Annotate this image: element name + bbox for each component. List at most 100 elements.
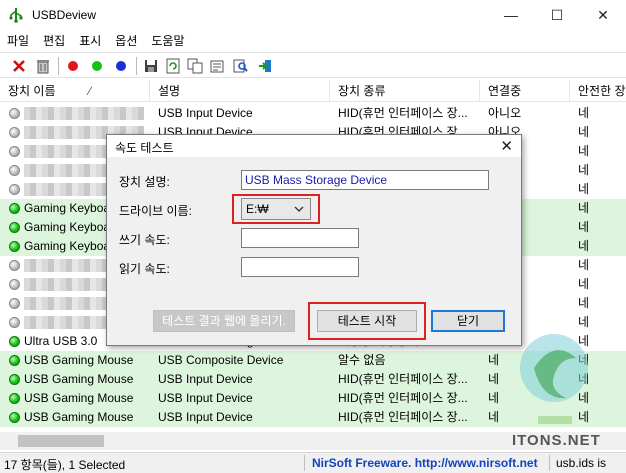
description-cell: USB Input Device: [158, 372, 253, 386]
status-bar: 17 항목(들), 1 Selected NirSoft Freeware. h…: [0, 452, 626, 473]
column-header-device-type[interactable]: 장치 종류: [330, 80, 480, 102]
disconnected-status-icon: [9, 317, 20, 328]
table-row[interactable]: USB Input Device HID(휴먼 인터페이스 장... 아니오 네: [0, 104, 626, 123]
maximize-button[interactable]: ☐: [534, 0, 580, 30]
device-type-cell: 알수 없음: [338, 353, 386, 367]
usb-app-icon: [9, 8, 23, 23]
read-speed-label: 읽기 속도:: [119, 262, 170, 276]
watermark-text: ITONS.NET: [512, 432, 601, 449]
description-cell: USB Input Device: [158, 106, 253, 120]
connected-status-icon: [9, 203, 20, 214]
menu-help[interactable]: 도움말: [144, 30, 191, 50]
column-header-device-name[interactable]: 장치 이름 ⁄: [0, 80, 150, 102]
menu-view[interactable]: 표시: [72, 30, 108, 50]
disconnected-status-icon: [9, 184, 20, 195]
read-speed-field[interactable]: [241, 257, 359, 277]
connected-status-icon: [9, 412, 20, 423]
speed-test-dialog: 속도 테스트 ✕ 장치 설명: USB Mass Storage Device …: [106, 134, 522, 346]
device-name-cell: USB Gaming Mouse: [24, 391, 134, 405]
highlight-box-start: [308, 302, 426, 340]
safe-to-unplug-cell: 네: [578, 258, 590, 272]
description-cell: USB Input Device: [158, 410, 253, 424]
connected-status-icon: [9, 241, 20, 252]
connected-status-icon: [9, 393, 20, 404]
properties-icon[interactable]: [208, 57, 226, 75]
nirsoft-link[interactable]: NirSoft Freeware. http://www.nirsoft.net: [312, 456, 538, 470]
device-name-cell: USB Gaming Mouse: [24, 410, 134, 424]
description-cell: USB Input Device: [158, 391, 253, 405]
safe-to-unplug-cell: 네: [578, 201, 590, 215]
connected-status-icon: [9, 374, 20, 385]
blue-dot-icon[interactable]: [112, 57, 130, 75]
menu-options[interactable]: 옵션: [108, 30, 144, 50]
safe-to-unplug-cell: 네: [578, 125, 590, 139]
safe-to-unplug-cell: 네: [578, 296, 590, 310]
disconnected-status-icon: [9, 146, 20, 157]
scrollbar-thumb[interactable]: [18, 435, 104, 447]
safe-to-unplug-cell: 네: [578, 239, 590, 253]
dialog-close-icon[interactable]: ✕: [500, 137, 513, 155]
delete-icon[interactable]: [10, 57, 28, 75]
description-cell: USB Composite Device: [158, 353, 284, 367]
disconnected-status-icon: [9, 108, 20, 119]
toolbar-separator: [136, 57, 137, 75]
upload-results-button[interactable]: 테스트 결과 웹에 올리기.: [153, 310, 295, 332]
column-header-description[interactable]: 설명: [150, 80, 330, 102]
exit-icon[interactable]: [256, 57, 274, 75]
column-header-safe-to-unplug[interactable]: 안전한 장: [570, 80, 626, 102]
highlight-box-drive: [232, 194, 320, 224]
menu-bar: 파일 편집 표시 옵션 도움말: [0, 30, 626, 50]
list-header: 장치 이름 ⁄ 설명 장치 종류 연결중 안전한 장: [0, 80, 626, 102]
disconnected-status-icon: [9, 127, 20, 138]
connected-status-icon: [9, 336, 20, 347]
connected-status-icon: [9, 355, 20, 366]
close-dialog-button[interactable]: 닫기: [431, 310, 505, 332]
uninstall-icon[interactable]: [34, 57, 52, 75]
save-icon[interactable]: [142, 57, 160, 75]
write-speed-field[interactable]: [241, 228, 359, 248]
disconnected-status-icon: [9, 165, 20, 176]
title-bar: USBDeview — ☐ ✕: [0, 0, 626, 30]
safe-to-unplug-cell: 네: [578, 277, 590, 291]
sort-indicator-icon: ⁄: [88, 84, 91, 98]
device-name-cell: USB Gaming Mouse: [24, 353, 134, 367]
device-type-cell: HID(휴먼 인터페이스 장...: [338, 106, 468, 120]
safe-to-unplug-cell: 네: [578, 106, 590, 120]
device-name-cell: [24, 104, 150, 123]
disconnected-status-icon: [9, 298, 20, 309]
status-usb-ids: usb.ids is: [556, 456, 607, 470]
connected-status-icon: [9, 222, 20, 233]
find-icon[interactable]: [232, 57, 250, 75]
disconnected-status-icon: [9, 260, 20, 271]
menu-edit[interactable]: 편집: [36, 30, 72, 50]
device-description-label: 장치 설명:: [119, 175, 170, 189]
watermark-logo: [520, 334, 588, 424]
device-name-cell: USB Gaming Mouse: [24, 372, 134, 386]
status-separator: [304, 455, 305, 471]
toolbar-separator: [58, 57, 59, 75]
refresh-icon[interactable]: [164, 57, 182, 75]
dialog-title: 속도 테스트: [115, 141, 174, 155]
red-dot-icon[interactable]: [64, 57, 82, 75]
minimize-button[interactable]: —: [488, 0, 534, 30]
drive-name-label: 드라이브 이름:: [119, 204, 192, 218]
close-button[interactable]: ✕: [580, 0, 626, 30]
copy-icon[interactable]: [186, 57, 204, 75]
window-title: USBDeview: [32, 8, 97, 22]
status-item-count: 17 항목(들), 1 Selected: [4, 458, 126, 472]
column-header-connected[interactable]: 연결중: [480, 80, 570, 102]
green-dot-icon[interactable]: [88, 57, 106, 75]
device-type-cell: HID(휴먼 인터페이스 장...: [338, 391, 468, 405]
dialog-title-bar: 속도 테스트 ✕: [107, 135, 521, 157]
safe-to-unplug-cell: 네: [578, 163, 590, 177]
menu-file[interactable]: 파일: [0, 30, 36, 50]
device-description-field[interactable]: USB Mass Storage Device: [241, 170, 489, 190]
safe-to-unplug-cell: 네: [578, 144, 590, 158]
status-separator: [549, 455, 550, 471]
safe-to-unplug-cell: 네: [578, 182, 590, 196]
safe-to-unplug-cell: 네: [578, 220, 590, 234]
device-type-cell: HID(휴먼 인터페이스 장...: [338, 410, 468, 424]
toolbar: [0, 52, 626, 78]
device-type-cell: HID(휴먼 인터페이스 장...: [338, 372, 468, 386]
write-speed-label: 쓰기 속도:: [119, 233, 170, 247]
